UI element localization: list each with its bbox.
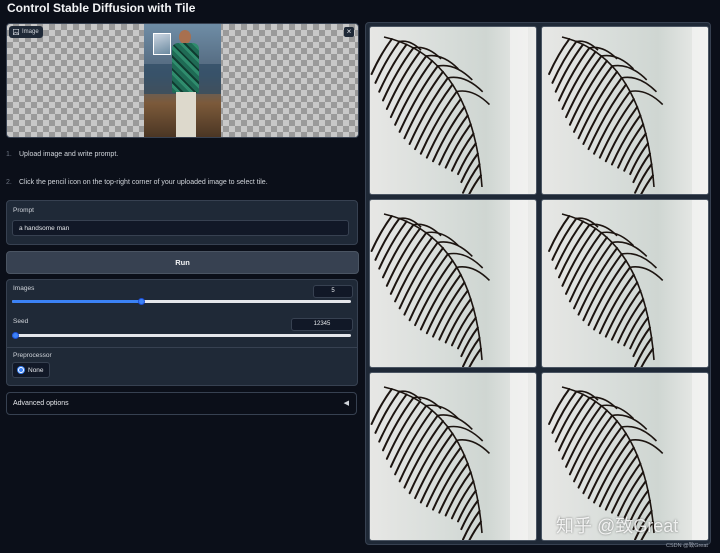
prompt-label: Prompt <box>13 207 34 214</box>
image-label-badge: Image <box>9 26 43 38</box>
palm-frond-image <box>370 200 528 367</box>
output-gallery <box>365 22 711 545</box>
images-number-input[interactable]: 5 <box>313 285 353 298</box>
palm-frond-image <box>370 27 528 194</box>
instruction-step-2: 2. Click the pencil icon on the top-right… <box>6 179 268 186</box>
instruction-step-1: 1. Upload image and write prompt. <box>6 151 119 158</box>
preprocessor-group: Preprocessor None <box>7 348 357 384</box>
advanced-options-label: Advanced options <box>13 400 69 407</box>
gallery-image[interactable] <box>369 26 537 195</box>
seed-slider-handle[interactable] <box>12 332 19 339</box>
uploaded-photo <box>144 24 221 137</box>
collapse-arrow-icon: ◀ <box>343 400 349 407</box>
gallery-image[interactable] <box>369 199 537 368</box>
gallery-image[interactable] <box>369 372 537 541</box>
palm-frond-image <box>370 373 528 540</box>
tile-selection-thumbnail <box>153 33 171 55</box>
images-slider-handle[interactable] <box>138 298 145 305</box>
image-icon <box>13 29 19 35</box>
settings-block: Images 5 Seed 12345 Preprocessor None <box>6 279 358 386</box>
clear-image-button[interactable]: × <box>344 27 354 37</box>
seed-label: Seed <box>13 318 29 325</box>
images-slider-fill <box>12 300 141 303</box>
image-label: Image <box>22 29 39 35</box>
watermark-small: CSDN @致Great <box>666 543 708 549</box>
seed-number-input[interactable]: 12345 <box>291 318 353 331</box>
preprocessor-label: Preprocessor <box>13 352 52 359</box>
palm-frond-image <box>548 200 708 367</box>
image-upload-panel[interactable]: Image × <box>6 23 359 138</box>
watermark: 知乎 @致Great <box>556 516 679 536</box>
run-button[interactable]: Run <box>6 251 359 274</box>
gallery-image[interactable] <box>541 26 709 195</box>
images-label: Images <box>13 285 35 292</box>
radio-selected-icon <box>18 367 24 373</box>
seed-slider[interactable] <box>12 332 351 339</box>
page-title: Control Stable Diffusion with Tile <box>7 1 196 15</box>
palm-frond-image <box>548 27 708 194</box>
preprocessor-option-none[interactable]: None <box>12 362 50 378</box>
images-slider[interactable] <box>12 298 351 305</box>
advanced-options-accordion[interactable]: Advanced options ◀ <box>6 392 357 415</box>
gallery-image[interactable] <box>541 199 709 368</box>
prompt-block: Prompt a handsome man <box>6 200 358 245</box>
prompt-input[interactable]: a handsome man <box>12 220 349 236</box>
